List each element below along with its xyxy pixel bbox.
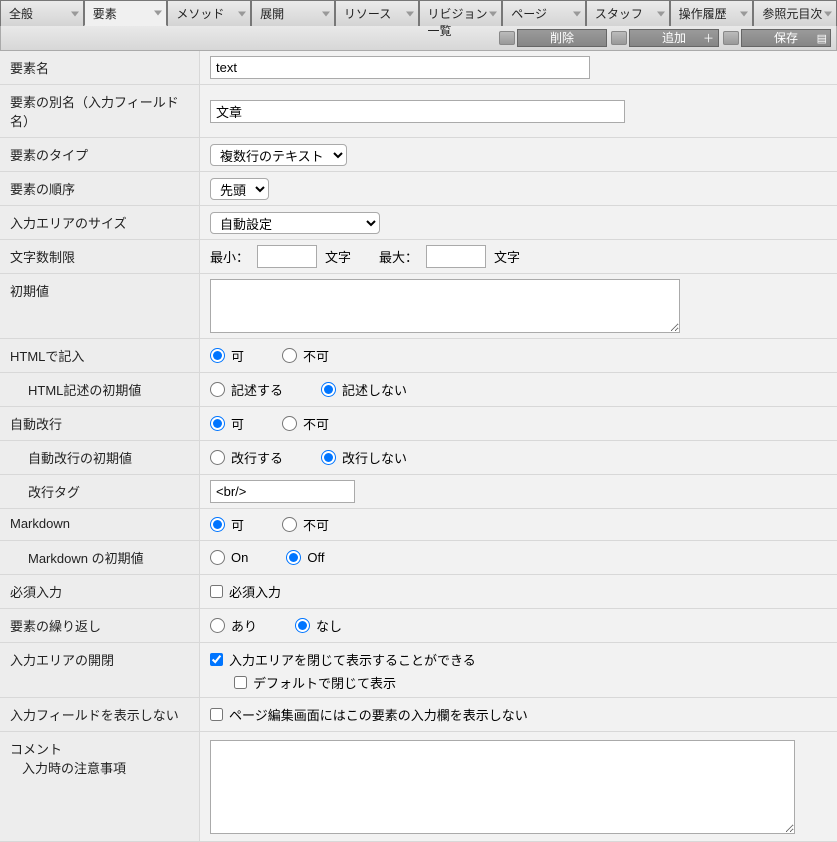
save-button[interactable]: 保存▤ (741, 29, 831, 47)
tab-bar: 全般 要素 メソッド 展開 リソース リビジョン一覧 ページ スタッフ 操作履歴… (0, 0, 837, 26)
hide-field-cb-label: ページ編集画面にはこの要素の入力欄を表示しない (229, 705, 528, 724)
plus-icon: ＋ (703, 31, 714, 47)
autobr-no-radio[interactable] (282, 416, 297, 431)
label-element-order: 要素の順序 (0, 172, 200, 205)
autobr-nobreak-radio[interactable] (321, 450, 336, 465)
input-size-select[interactable]: 自動設定 (210, 212, 380, 234)
html-nowrite-label: 記述しない (342, 380, 407, 399)
label-element-alias: 要素の別名（入力フィールド名） (0, 85, 200, 137)
repeat-yes-label: あり (231, 616, 257, 635)
markdown-on-label: On (231, 550, 248, 565)
label-input-size: 入力エリアのサイズ (0, 206, 200, 239)
add-toggle[interactable] (611, 31, 627, 45)
label-collapsible: 入力エリアの開閉 (0, 643, 200, 697)
label-char-limit: 文字数制限 (0, 240, 200, 273)
collapsible-default-checkbox[interactable] (234, 676, 247, 689)
markdown-yes-radio[interactable] (210, 517, 225, 532)
min-chars-input[interactable] (257, 245, 317, 268)
hide-field-checkbox[interactable] (210, 708, 223, 721)
delete-button[interactable]: 削除 (517, 29, 607, 47)
label-required: 必須入力 (0, 575, 200, 608)
add-button[interactable]: 追加＋ (629, 29, 719, 47)
markdown-off-radio[interactable] (286, 550, 301, 565)
max-label: 最大： (379, 247, 418, 266)
html-write-radio[interactable] (210, 382, 225, 397)
markdown-off-label: Off (307, 550, 324, 565)
autobr-no-label: 不可 (303, 414, 329, 433)
br-tag-input[interactable] (210, 480, 355, 503)
collapsible-sub-label: デフォルトで閉じて表示 (253, 673, 396, 692)
tab-resource[interactable]: リソース (335, 0, 419, 26)
markdown-no-radio[interactable] (282, 517, 297, 532)
html-no-radio[interactable] (282, 348, 297, 363)
label-element-type: 要素のタイプ (0, 138, 200, 171)
repeat-no-label: なし (316, 616, 342, 635)
comment-textarea[interactable] (210, 740, 795, 834)
html-no-label: 不可 (303, 346, 329, 365)
tab-general[interactable]: 全般 (0, 0, 84, 26)
element-alias-input[interactable] (210, 100, 625, 123)
tab-revisions[interactable]: リビジョン一覧 (419, 0, 503, 26)
label-html-input: HTMLで記入 (0, 339, 200, 372)
default-value-textarea[interactable] (210, 279, 680, 333)
chars-unit-min: 文字 (325, 247, 351, 266)
label-repeat: 要素の繰り返し (0, 609, 200, 642)
label-element-name: 要素名 (0, 51, 200, 84)
collapsible-checkbox[interactable] (210, 653, 223, 666)
label-comment: コメント 入力時の注意事項 (0, 732, 200, 841)
tab-elements[interactable]: 要素 (84, 0, 168, 26)
label-default-value: 初期値 (0, 274, 200, 338)
chars-unit-max: 文字 (494, 247, 520, 266)
html-yes-label: 可 (231, 346, 244, 365)
label-html-default: HTML記述の初期値 (0, 373, 200, 406)
tab-references[interactable]: 参照元目次 (753, 0, 837, 26)
tab-staff[interactable]: スタッフ (586, 0, 670, 26)
element-order-select[interactable]: 先頭 (210, 178, 269, 200)
required-checkbox[interactable] (210, 585, 223, 598)
tab-history[interactable]: 操作履歴 (670, 0, 754, 26)
label-auto-br: 自動改行 (0, 407, 200, 440)
autobr-break-radio[interactable] (210, 450, 225, 465)
label-markdown: Markdown (0, 509, 200, 540)
autobr-yes-label: 可 (231, 414, 244, 433)
label-hide-field: 入力フィールドを表示しない (0, 698, 200, 731)
required-cb-label: 必須入力 (229, 582, 281, 601)
label-br-tag: 改行タグ (0, 475, 200, 508)
min-label: 最小： (210, 247, 249, 266)
autobr-break-label: 改行する (231, 448, 283, 467)
markdown-no-label: 不可 (303, 515, 329, 534)
save-toggle[interactable] (723, 31, 739, 45)
label-markdown-default: Markdown の初期値 (0, 541, 200, 574)
html-write-label: 記述する (231, 380, 283, 399)
max-chars-input[interactable] (426, 245, 486, 268)
html-yes-radio[interactable] (210, 348, 225, 363)
autobr-nobreak-label: 改行しない (342, 448, 407, 467)
tab-page[interactable]: ページ (502, 0, 586, 26)
repeat-no-radio[interactable] (295, 618, 310, 633)
tab-method[interactable]: メソッド (167, 0, 251, 26)
element-type-select[interactable]: 複数行のテキスト (210, 144, 347, 166)
markdown-on-radio[interactable] (210, 550, 225, 565)
html-nowrite-radio[interactable] (321, 382, 336, 397)
label-auto-br-default: 自動改行の初期値 (0, 441, 200, 474)
repeat-yes-radio[interactable] (210, 618, 225, 633)
action-bar: 削除 追加＋ 保存▤ (0, 26, 837, 51)
element-name-input[interactable] (210, 56, 590, 79)
delete-toggle[interactable] (499, 31, 515, 45)
autobr-yes-radio[interactable] (210, 416, 225, 431)
markdown-yes-label: 可 (231, 515, 244, 534)
document-icon: ▤ (817, 31, 827, 47)
collapsible-cb-label: 入力エリアを閉じて表示することができる (229, 650, 476, 669)
tab-deploy[interactable]: 展開 (251, 0, 335, 26)
